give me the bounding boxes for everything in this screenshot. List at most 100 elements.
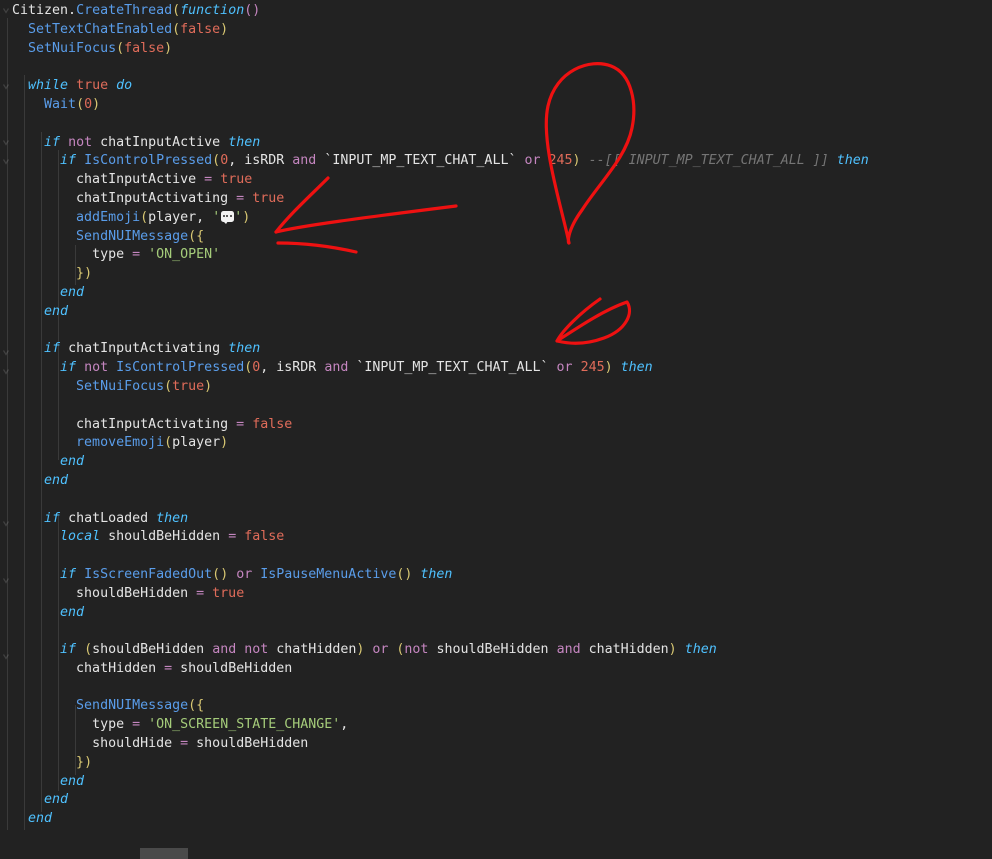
code-line[interactable]: if not chatInputActive then (0, 134, 992, 153)
code-line[interactable]: local shouldBeHidden = false (0, 528, 992, 547)
code-line[interactable]: end (0, 604, 992, 623)
code-token-paren: ( (212, 153, 221, 169)
fold-chevron-icon[interactable] (1, 2, 11, 20)
code-line[interactable]: if chatLoaded then (0, 510, 992, 529)
code-line[interactable]: if not IsControlPressed(0, isRDR and `IN… (0, 359, 992, 378)
code-token-kw: function (180, 3, 245, 18)
code-token-kw: then (228, 341, 261, 357)
code-editor[interactable]: Citizen.CreateThread(function() SetTextC… (0, 0, 992, 859)
code-token-kw: end (60, 773, 85, 789)
code-token-fn: SendNUIMessage (76, 698, 189, 714)
code-line[interactable]: Citizen.CreateThread(function() (0, 2, 992, 21)
fold-chevron-icon[interactable] (1, 363, 11, 381)
code-line[interactable]: while true do (0, 77, 992, 96)
code-line[interactable]: end (0, 303, 992, 322)
fold-chevron-icon[interactable] (1, 515, 11, 533)
code-line[interactable]: end (0, 472, 992, 491)
fold-chevron-icon[interactable] (1, 78, 11, 96)
code-line[interactable]: SetNuiFocus(true) (0, 378, 992, 397)
code-line[interactable]: end (0, 791, 992, 810)
code-line[interactable] (0, 622, 992, 641)
code-line[interactable] (0, 491, 992, 510)
code-token-paren: ) (84, 266, 93, 282)
code-token-punct: , (196, 209, 205, 225)
code-token-ident: shouldBeHidden (196, 736, 309, 752)
code-line[interactable]: SetTextChatEnabled(false) (0, 21, 992, 40)
code-line[interactable]: chatHidden = shouldBeHidden (0, 660, 992, 679)
code-line[interactable]: if chatInputActivating then (0, 340, 992, 359)
fold-chevron-icon[interactable] (1, 572, 11, 590)
code-token-paren: ) (204, 378, 213, 394)
code-token-fn: IsControlPressed (84, 153, 213, 169)
code-line[interactable]: if (shouldBeHidden and not chatHidden) o… (0, 641, 992, 660)
code-token-bool: true (172, 378, 205, 394)
code-token-strbt: `INPUT_MP_TEXT_CHAT_ALL` (324, 153, 517, 169)
code-line[interactable]: type = 'ON_OPEN' (0, 246, 992, 265)
code-line[interactable]: end (0, 773, 992, 792)
code-token-bool: true (212, 585, 245, 601)
fold-chevron-icon[interactable] (1, 648, 11, 666)
code-token-kw2: not (84, 360, 109, 376)
code-token-paren: ( (164, 435, 173, 451)
code-line[interactable] (0, 679, 992, 698)
code-line[interactable]: chatInputActive = true (0, 171, 992, 190)
code-line[interactable]: addEmoji(player, ' ') (0, 209, 992, 228)
code-line[interactable]: removeEmoji(player) (0, 434, 992, 453)
code-line[interactable]: }) (0, 754, 992, 773)
code-token-kw2: or (556, 360, 573, 376)
code-line[interactable]: SendNUIMessage({ (0, 697, 992, 716)
code-line[interactable]: shouldHide = shouldBeHidden (0, 735, 992, 754)
code-line[interactable]: SendNUIMessage({ (0, 228, 992, 247)
code-line[interactable]: chatInputActivating = false (0, 416, 992, 435)
code-line[interactable]: shouldBeHidden = true (0, 585, 992, 604)
fold-chevron-icon[interactable] (1, 134, 11, 152)
code-line[interactable] (0, 397, 992, 416)
code-token-punct: , (340, 717, 349, 733)
code-line[interactable]: }) (0, 265, 992, 284)
code-line[interactable]: chatInputActivating = true (0, 190, 992, 209)
code-line[interactable]: end (0, 284, 992, 303)
code-line[interactable] (0, 547, 992, 566)
code-line[interactable] (0, 58, 992, 77)
code-line[interactable]: end (0, 453, 992, 472)
code-line[interactable]: type = 'ON_SCREEN_STATE_CHANGE', (0, 716, 992, 735)
code-text-area[interactable]: Citizen.CreateThread(function() SetTextC… (0, 0, 992, 845)
code-line[interactable] (0, 322, 992, 341)
code-line[interactable]: if IsScreenFadedOut() or IsPauseMenuActi… (0, 566, 992, 585)
code-line[interactable]: end (0, 810, 992, 829)
code-token-fn: IsControlPressed (116, 360, 245, 376)
code-line[interactable]: Wait(0) (0, 96, 992, 115)
fold-chevron-icon[interactable] (1, 153, 11, 171)
code-token-ident: chatHidden (76, 660, 157, 676)
horizontal-scrollbar-thumb[interactable] (140, 848, 188, 859)
fold-chevron-icon[interactable] (1, 344, 11, 362)
code-line[interactable]: SetNuiFocus(false) (0, 40, 992, 59)
code-token-op: = (132, 247, 141, 263)
code-token-paren: ) (220, 566, 229, 582)
code-token-brace: } (76, 754, 85, 770)
code-token-paren: ) (220, 435, 229, 451)
code-token-ident: shouldBeHidden (436, 642, 549, 658)
code-token-ident: chatHidden (276, 642, 357, 658)
code-line[interactable] (0, 115, 992, 134)
code-token-kw: then (420, 566, 453, 582)
code-line[interactable]: if IsControlPressed(0, isRDR and `INPUT_… (0, 152, 992, 171)
speech-balloon-emoji-icon (220, 210, 234, 225)
horizontal-scrollbar[interactable] (0, 845, 992, 859)
